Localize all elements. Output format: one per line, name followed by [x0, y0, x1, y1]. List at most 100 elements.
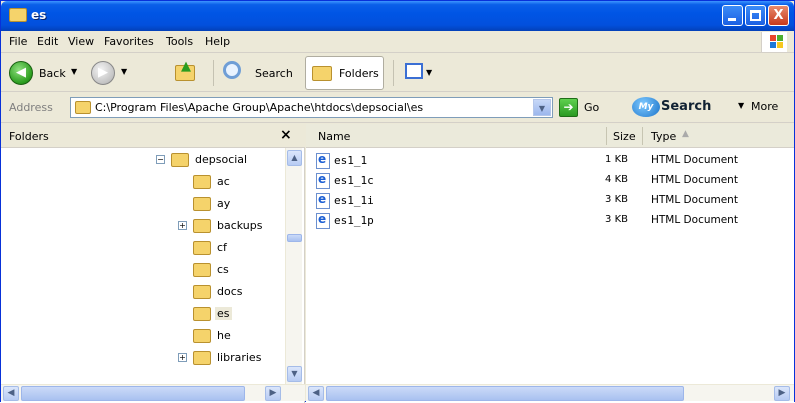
close-folders-pane-button[interactable]: ×: [280, 127, 292, 143]
tree-label: depsocial: [195, 153, 248, 166]
back-button[interactable]: ◀ Back ▼: [7, 58, 83, 88]
file-row[interactable]: es1_1p 3 KB HTML Document: [306, 211, 794, 231]
html-document-icon: [316, 192, 330, 209]
maximize-button[interactable]: [745, 5, 766, 26]
tree-label: backups: [217, 219, 263, 232]
folders-label: Folders: [339, 67, 379, 80]
file-row[interactable]: es1_1 1 KB HTML Document: [306, 151, 794, 171]
tree-label-selected: es: [215, 307, 232, 320]
folder-icon: [193, 285, 211, 299]
back-label: Back: [39, 67, 66, 80]
back-dropdown-icon[interactable]: ▼: [71, 67, 77, 76]
scroll-thumb[interactable]: [287, 234, 302, 242]
column-divider[interactable]: [642, 127, 643, 145]
scroll-thumb[interactable]: [326, 386, 684, 401]
tree-item-he[interactable]: he: [1, 326, 285, 346]
views-button[interactable]: ▼: [401, 58, 435, 88]
folder-icon: [193, 351, 211, 365]
tree-item-cf[interactable]: cf: [1, 238, 285, 258]
views-dropdown-icon[interactable]: ▼: [426, 68, 432, 77]
column-divider[interactable]: [606, 127, 607, 145]
up-arrow-icon: ▲: [181, 59, 191, 74]
tree-item-ay[interactable]: ay: [1, 194, 285, 214]
up-folder-button[interactable]: ▲: [171, 58, 201, 88]
file-list-horizontal-scrollbar[interactable]: ◀ ▶: [306, 384, 794, 401]
scroll-left-button[interactable]: ◀: [3, 386, 19, 401]
scroll-thumb[interactable]: [21, 386, 245, 401]
scroll-left-button[interactable]: ◀: [308, 386, 324, 401]
folder-open-icon: [193, 307, 211, 321]
menu-edit[interactable]: Edit: [37, 35, 58, 48]
back-arrow-icon: ◀: [9, 61, 33, 85]
address-bar: Address C:\Program Files\Apache Group\Ap…: [1, 93, 794, 123]
address-path[interactable]: C:\Program Files\Apache Group\Apache\htd…: [95, 101, 423, 114]
tree-item-es[interactable]: es: [1, 304, 285, 324]
file-type: HTML Document: [651, 194, 738, 206]
menu-help[interactable]: Help: [205, 35, 230, 48]
folder-open-icon: [171, 153, 189, 167]
folders-pane: Folders × − depsocial ac ay + backups cf…: [1, 124, 305, 403]
column-header: Name Size Type ▲: [306, 124, 794, 148]
column-type[interactable]: Type: [651, 130, 676, 143]
menu-favorites[interactable]: Favorites: [104, 35, 154, 48]
expand-icon[interactable]: +: [178, 221, 187, 230]
folder-icon: [193, 241, 211, 255]
file-name: es1_1p: [334, 214, 374, 227]
folder-icon: [193, 219, 211, 233]
mysearch-logo-icon[interactable]: My: [632, 97, 660, 117]
scroll-right-button[interactable]: ▶: [774, 386, 790, 401]
close-button[interactable]: X: [768, 5, 789, 26]
column-name[interactable]: Name: [318, 130, 350, 143]
folder-icon: [193, 197, 211, 211]
tree-label: docs: [217, 285, 243, 298]
explorer-window: es X File Edit View Favorites Tools Help…: [0, 0, 795, 403]
file-row[interactable]: es1_1i 3 KB HTML Document: [306, 191, 794, 211]
folder-icon: [75, 101, 91, 114]
go-button[interactable]: Go: [584, 101, 599, 114]
folders-icon: [312, 66, 332, 81]
forward-arrow-icon: ▶: [91, 61, 115, 85]
tree-item-depsocial[interactable]: − depsocial: [1, 150, 285, 170]
folders-button[interactable]: Folders: [305, 56, 384, 90]
folder-icon: [193, 175, 211, 189]
tree-item-backups[interactable]: + backups: [1, 216, 285, 236]
tree-item-docs[interactable]: docs: [1, 282, 285, 302]
menu-view[interactable]: View: [68, 35, 94, 48]
expand-icon[interactable]: +: [178, 353, 187, 362]
tree-item-cs[interactable]: cs: [1, 260, 285, 280]
menu-tools[interactable]: Tools: [166, 35, 193, 48]
folder-tree-vertical-scrollbar[interactable]: ▲ ▼: [285, 148, 302, 384]
go-arrow-icon[interactable]: ➔: [559, 98, 578, 117]
folder-tree-horizontal-scrollbar[interactable]: ◀ ▶: [1, 384, 305, 401]
tree-item-ac[interactable]: ac: [1, 172, 285, 192]
address-input[interactable]: C:\Program Files\Apache Group\Apache\htd…: [70, 97, 553, 118]
tree-item-libraries[interactable]: + libraries: [1, 348, 285, 368]
html-document-icon: [316, 172, 330, 189]
minimize-button[interactable]: [722, 5, 743, 26]
search-button[interactable]: Search: [219, 58, 299, 88]
scroll-down-button[interactable]: ▼: [287, 366, 302, 382]
forward-button[interactable]: ▶ ▼: [89, 58, 133, 88]
column-size[interactable]: Size: [613, 130, 636, 143]
scroll-track[interactable]: [287, 168, 302, 364]
file-row[interactable]: es1_1c 4 KB HTML Document: [306, 171, 794, 191]
mysearch-dropdown-icon[interactable]: ▼: [738, 101, 744, 110]
folders-pane-header: Folders ×: [1, 124, 305, 148]
file-size: 4 KB: [605, 174, 628, 185]
collapse-icon[interactable]: −: [156, 155, 165, 164]
scroll-up-button[interactable]: ▲: [287, 150, 302, 166]
scroll-right-button[interactable]: ▶: [265, 386, 281, 401]
tree-label: ac: [217, 175, 230, 188]
menu-file[interactable]: File: [9, 35, 27, 48]
folders-pane-title: Folders: [9, 130, 49, 143]
more-button[interactable]: More: [751, 100, 778, 113]
toolbar-separator: [213, 60, 214, 86]
address-label: Address: [9, 101, 53, 114]
address-dropdown-button[interactable]: ▼: [533, 99, 551, 116]
windows-logo-icon: [761, 32, 787, 52]
title-bar[interactable]: es X: [1, 1, 794, 31]
folder-icon: [9, 8, 27, 22]
mysearch-label[interactable]: Search: [661, 99, 711, 114]
forward-dropdown-icon[interactable]: ▼: [121, 67, 127, 76]
minimize-icon: [728, 18, 736, 21]
